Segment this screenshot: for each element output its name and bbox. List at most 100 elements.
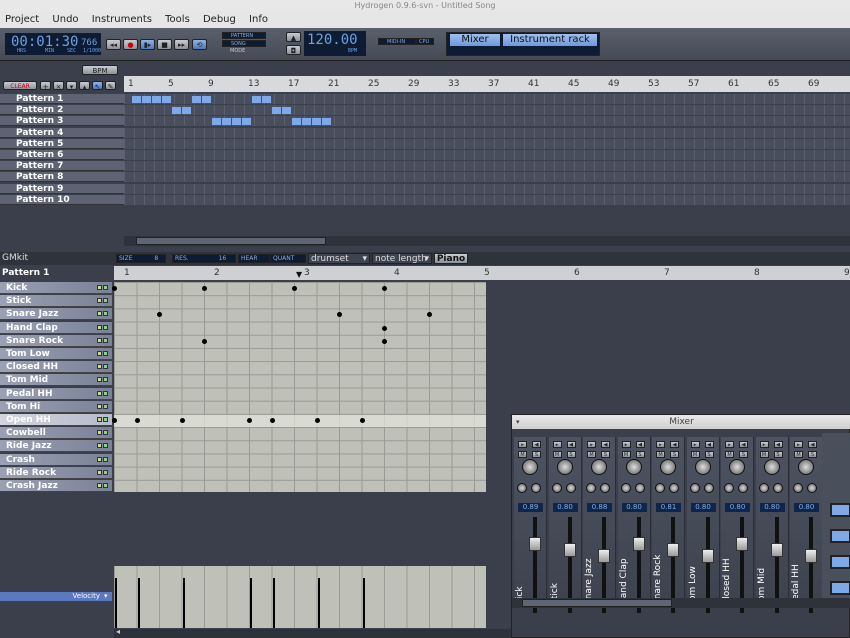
song-grid-row[interactable] [124,194,850,205]
volume-fader-handle[interactable] [667,543,679,557]
pan-knob[interactable] [694,459,711,475]
mute-button[interactable]: M [552,451,562,458]
song-cell[interactable] [222,118,231,126]
move-pattern-down-button[interactable]: ▾ [66,81,77,91]
select-channel-button[interactable]: ▸ [794,441,803,448]
pan-knob[interactable] [763,459,780,475]
velocity-bar[interactable] [182,578,185,628]
pan-knob[interactable] [625,459,642,475]
mute-button[interactable]: M [759,451,769,458]
song-cell[interactable] [272,107,281,115]
solo-button[interactable] [103,311,108,317]
instrument-row[interactable]: Closed HH [0,361,112,374]
add-pattern-button[interactable]: + [40,81,51,91]
speaker-button[interactable]: ◘ [286,45,301,55]
pattern-list-item[interactable]: Pattern 6 [0,150,124,160]
song-cell[interactable] [182,107,191,115]
fx-send-knob[interactable] [793,483,803,493]
song-cell[interactable] [242,118,251,126]
mute-button[interactable] [97,311,102,317]
select-channel-button[interactable]: ▸ [621,441,631,448]
song-cell[interactable] [162,96,171,103]
fx-send-knob[interactable] [807,483,817,493]
mute-button[interactable] [97,337,102,343]
hear-notes-button[interactable]: HEAR [238,254,270,263]
volume-fader-handle[interactable] [632,537,645,551]
mute-button[interactable] [97,430,102,436]
record-button[interactable]: ● [123,39,138,50]
fx-send-knob[interactable] [758,483,769,493]
song-cell[interactable] [282,107,291,115]
clear-button[interactable]: CLEAR [3,81,37,90]
note[interactable] [134,418,140,423]
volume-fader-handle[interactable] [805,549,817,563]
fx-send-knob[interactable] [531,483,541,493]
song-grid-row[interactable] [124,150,850,160]
solo-button[interactable]: S [601,451,610,458]
menu-tools[interactable]: Tools [160,11,195,28]
bar-ruler[interactable]: 1 5 9 13 17 21 25 29 33 37 41 45 49 53 57 61 65 69 [124,76,850,92]
note[interactable] [382,325,387,331]
pattern-mode-button[interactable]: PATTERN [222,32,266,39]
pattern-list-item[interactable]: Pattern 2 [0,105,124,116]
pattern-list-item[interactable]: Pattern 1 [0,94,124,104]
volume-fader-handle[interactable] [770,543,783,557]
solo-button[interactable]: S [773,451,783,458]
fx-send-knob[interactable] [600,483,610,493]
stop-button[interactable]: ■ [157,39,172,50]
pattern-list-item[interactable]: Pattern 5 [0,138,124,149]
mixer-titlebar[interactable]: ▾ Mixer [512,415,850,429]
pattern-list-item[interactable]: Pattern 4 [0,127,124,138]
play-sample-button[interactable]: ◀ [532,441,541,448]
fx-send-knob[interactable] [655,483,665,493]
play-sample-button[interactable]: ◀ [566,441,576,448]
move-pattern-up-button[interactable]: ▴ [79,81,90,91]
solo-button[interactable] [103,469,108,475]
solo-button[interactable] [103,351,108,356]
song-cell[interactable] [322,118,331,126]
mute-button[interactable]: M [518,451,527,458]
fx-send-knob[interactable] [724,483,734,493]
menu-instruments[interactable]: Instruments [87,11,157,28]
pan-knob[interactable] [522,459,538,475]
play-sample-button[interactable]: ◀ [808,441,817,448]
beat-ruler[interactable]: 1 2 3 4 5 6 7 8 9 ▼ [114,266,850,280]
velocity-bar[interactable] [115,578,117,628]
play-sample-button[interactable]: ◀ [635,441,645,448]
instrument-row[interactable]: Crash Jazz [0,480,112,492]
pan-knob[interactable] [729,459,745,475]
menu-debug[interactable]: Debug [198,11,241,28]
fx-send-knob[interactable] [586,483,596,493]
song-grid-row[interactable] [124,138,850,149]
instrument-row[interactable]: Cowbell [0,427,112,440]
song-bpm-button[interactable]: BPM [82,65,118,75]
instrument-rack-toggle-button[interactable]: Instrument rack [503,34,597,46]
pattern-list-item[interactable]: Pattern 10 [0,194,124,205]
velocity-bar[interactable] [362,578,365,628]
note[interactable] [202,338,207,344]
instrument-row[interactable]: Ride Jazz [0,440,112,453]
solo-button[interactable] [103,443,108,449]
song-cell[interactable] [142,96,151,103]
note[interactable] [382,286,387,291]
select-channel-button[interactable]: ▸ [552,441,562,448]
instrument-row[interactable]: Tom Mid [0,374,112,387]
instrument-row[interactable]: Hand Clap [0,321,112,334]
song-cell[interactable] [262,96,271,103]
mute-button[interactable] [97,403,102,409]
solo-button[interactable] [103,285,108,290]
song-cell[interactable] [312,118,321,126]
note-length-select[interactable]: note length ▾ [372,253,432,264]
mute-button[interactable] [97,456,102,462]
song-cell[interactable] [302,118,311,126]
menu-undo[interactable]: Undo [47,11,83,28]
fx-send-knob[interactable] [772,483,783,493]
solo-button[interactable]: S [670,451,679,458]
song-grid-row[interactable] [124,183,850,194]
note[interactable] [292,286,297,291]
fx-send-knob[interactable] [551,483,562,493]
solo-button[interactable] [103,298,108,304]
metronome-button[interactable]: ▲ [286,32,301,42]
volume-fader-handle[interactable] [736,537,748,551]
solo-button[interactable] [103,403,108,409]
